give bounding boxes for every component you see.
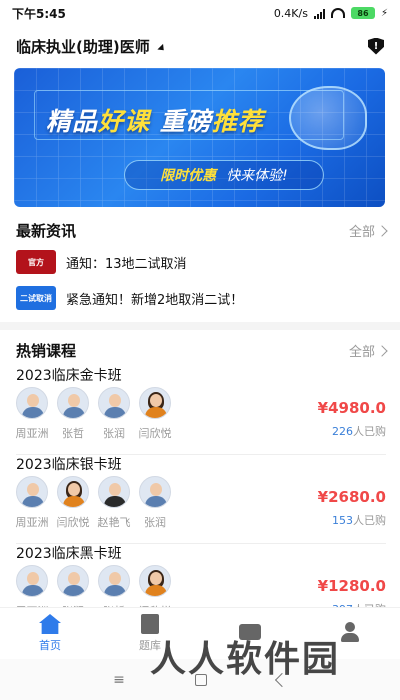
avatar — [57, 387, 89, 419]
course-price: ¥2680.0 — [317, 488, 386, 506]
exam-type-selector[interactable]: 临床执业(助理)医师 — [16, 36, 167, 57]
avatar — [98, 565, 130, 597]
avatar — [139, 476, 171, 508]
bottom-tab-bar: 首页 题库 — [0, 607, 400, 659]
avatar — [16, 565, 48, 597]
network-speed: 0.4K/s — [273, 6, 308, 20]
news-section-header: 最新资讯 全部 — [16, 220, 388, 241]
tab-home[interactable]: 首页 — [0, 608, 100, 659]
back-icon[interactable] — [274, 672, 289, 687]
avatar — [57, 565, 89, 597]
avatar — [98, 476, 130, 508]
promo-banner[interactable]: 精品好课 重磅推荐 限时优惠 快来体验! — [14, 68, 385, 207]
course-name: 2023临床黑卡班 — [16, 546, 122, 562]
home-icon — [39, 614, 61, 634]
courses-section-header: 热销课程 全部 — [16, 340, 388, 361]
news-item-text: 紧急通知！新增2地取消二试！ — [66, 292, 244, 308]
course-price: ¥4980.0 — [317, 399, 386, 417]
courses-section-title: 热销课程 — [16, 342, 77, 360]
course-name: 2023临床银卡班 — [16, 457, 122, 473]
battery-icon: 86 — [350, 7, 375, 19]
course-buyers: 226人已购 — [332, 425, 386, 438]
avatar — [139, 565, 171, 597]
app-header: 临床执业(助理)医师 ! — [0, 26, 400, 66]
shield-icon[interactable]: ! — [368, 37, 384, 55]
news-more-link[interactable]: 全部 — [349, 221, 388, 240]
system-nav-bar: ≡ — [0, 659, 400, 700]
exam-type-label: 临床执业(助理)医师 — [16, 37, 150, 56]
user-icon — [339, 622, 361, 642]
dropdown-caret-icon — [157, 43, 167, 53]
news-tag-official: 官方 — [16, 250, 56, 274]
teacher: 闫欣悦 — [57, 476, 90, 530]
teacher: 张润 — [98, 387, 130, 441]
brain-icon — [289, 86, 367, 150]
teacher: 赵艳飞 — [98, 476, 131, 530]
courses-more-link[interactable]: 全部 — [349, 341, 388, 360]
course-buyers: 153人已购 — [332, 514, 386, 527]
teacher: 张润 — [139, 476, 171, 530]
status-indicators: 0.4K/s 86 ⚡ — [274, 7, 388, 20]
teacher: 闫欣悦 — [139, 387, 172, 441]
teacher: 周亚洲 — [16, 476, 49, 530]
chevron-right-icon — [376, 344, 388, 357]
charging-icon: ⚡ — [380, 7, 388, 19]
banner-title: 精品好课 重磅推荐 — [46, 107, 264, 136]
news-tag-cancel: 二试取消 — [16, 286, 56, 310]
teacher: 张哲 — [57, 387, 89, 441]
news-section-title: 最新资讯 — [16, 222, 77, 240]
signal-icon — [313, 8, 325, 19]
section-divider — [0, 322, 400, 330]
tab-profile[interactable] — [300, 608, 400, 659]
news-item[interactable]: 官方 通知：13地二试取消 — [16, 250, 187, 274]
teacher-list: 周亚洲 张哲 张润 闫欣悦 — [16, 387, 172, 441]
avatar — [139, 387, 171, 419]
banner-subtitle: 限时优惠 快来体验! — [124, 160, 324, 190]
news-item[interactable]: 二试取消 紧急通知！新增2地取消二试！ — [16, 286, 243, 310]
course-price: ¥1280.0 — [317, 577, 386, 595]
status-bar: 下午5:45 0.4K/s 86 ⚡ — [0, 0, 400, 26]
chevron-right-icon — [376, 224, 388, 237]
status-time: 下午5:45 — [12, 6, 66, 21]
course-name: 2023临床金卡班 — [16, 368, 122, 384]
course-card[interactable]: 2023临床金卡班 周亚洲 张哲 张润 闫欣悦 ¥4980.0 226人已购 — [16, 365, 386, 455]
tab-question-bank[interactable]: 题库 — [100, 608, 200, 659]
teacher: 周亚洲 — [16, 387, 49, 441]
course-card[interactable]: 2023临床银卡班 周亚洲 闫欣悦 赵艳飞 张润 ¥2680.0 153人已购 — [16, 454, 386, 544]
tab-video[interactable] — [200, 608, 300, 659]
video-icon — [239, 624, 261, 640]
news-item-text: 通知：13地二试取消 — [66, 256, 187, 272]
wifi-icon — [330, 8, 345, 18]
tab-question-bank-label: 题库 — [139, 639, 161, 652]
menu-icon[interactable]: ≡ — [113, 672, 125, 688]
avatar — [57, 476, 89, 508]
tab-home-label: 首页 — [39, 639, 61, 652]
teacher-list: 周亚洲 闫欣悦 赵艳飞 张润 — [16, 476, 171, 530]
avatar — [16, 387, 48, 419]
home-square-icon[interactable] — [194, 673, 207, 686]
book-icon — [141, 614, 159, 634]
avatar — [98, 387, 130, 419]
avatar — [16, 476, 48, 508]
